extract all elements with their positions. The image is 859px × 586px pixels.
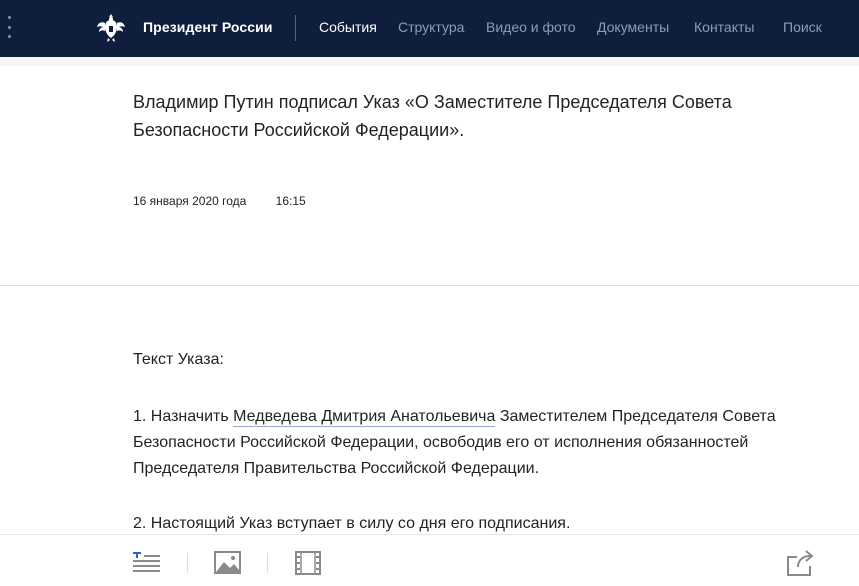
text-view-icon[interactable] — [133, 550, 161, 576]
nav-item-documents[interactable]: Документы — [597, 19, 694, 35]
paragraph-1-prefix: 1. Назначить — [133, 408, 234, 425]
nav-item-search[interactable]: Поиск — [783, 19, 822, 35]
article-body: Текст Указа: 1. Назначить Медведева Дмит… — [0, 286, 859, 534]
article-headline: Владимир Путин подписал Указ «О Заместит… — [133, 92, 732, 140]
bottom-toolbar — [0, 534, 859, 586]
decree-paragraph-1: 1. Назначить Медведева Дмитрия Анатольев… — [133, 404, 813, 482]
person-link[interactable]: Медведева Дмитрия Анатольевича — [233, 408, 496, 427]
decree-paragraph-2: 2. Настоящий Указ вступает в силу со дня… — [133, 515, 571, 532]
article-header-card: Владимир Путин подписал Указ «О Заместит… — [0, 66, 859, 285]
decree-text-label: Текст Указа: — [133, 351, 224, 368]
nav-item-structure[interactable]: Структура — [398, 19, 486, 35]
nav-divider — [295, 15, 296, 41]
photo-view-icon[interactable] — [214, 550, 242, 576]
article-time: 16:15 — [275, 194, 306, 208]
toolbar-divider — [187, 553, 188, 573]
toolbar-divider — [267, 553, 268, 573]
video-view-icon[interactable] — [295, 550, 323, 576]
article-meta: 16 января 2020 года 16:15 — [133, 194, 306, 208]
site-title[interactable]: Президент России — [143, 19, 273, 35]
nav-item-video-photo[interactable]: Видео и фото — [486, 19, 597, 35]
nav-item-events[interactable]: События — [319, 19, 398, 35]
article-date: 16 января 2020 года — [133, 194, 247, 208]
share-icon[interactable] — [786, 550, 814, 576]
nav-item-contacts[interactable]: Контакты — [694, 19, 783, 35]
main-nav: События Структура Видео и фото Документы… — [319, 19, 822, 35]
top-navigation-bar: Президент России События Структура Видео… — [0, 0, 859, 57]
emblem-logo-icon[interactable] — [96, 11, 126, 43]
more-menu-icon[interactable] — [6, 16, 12, 38]
